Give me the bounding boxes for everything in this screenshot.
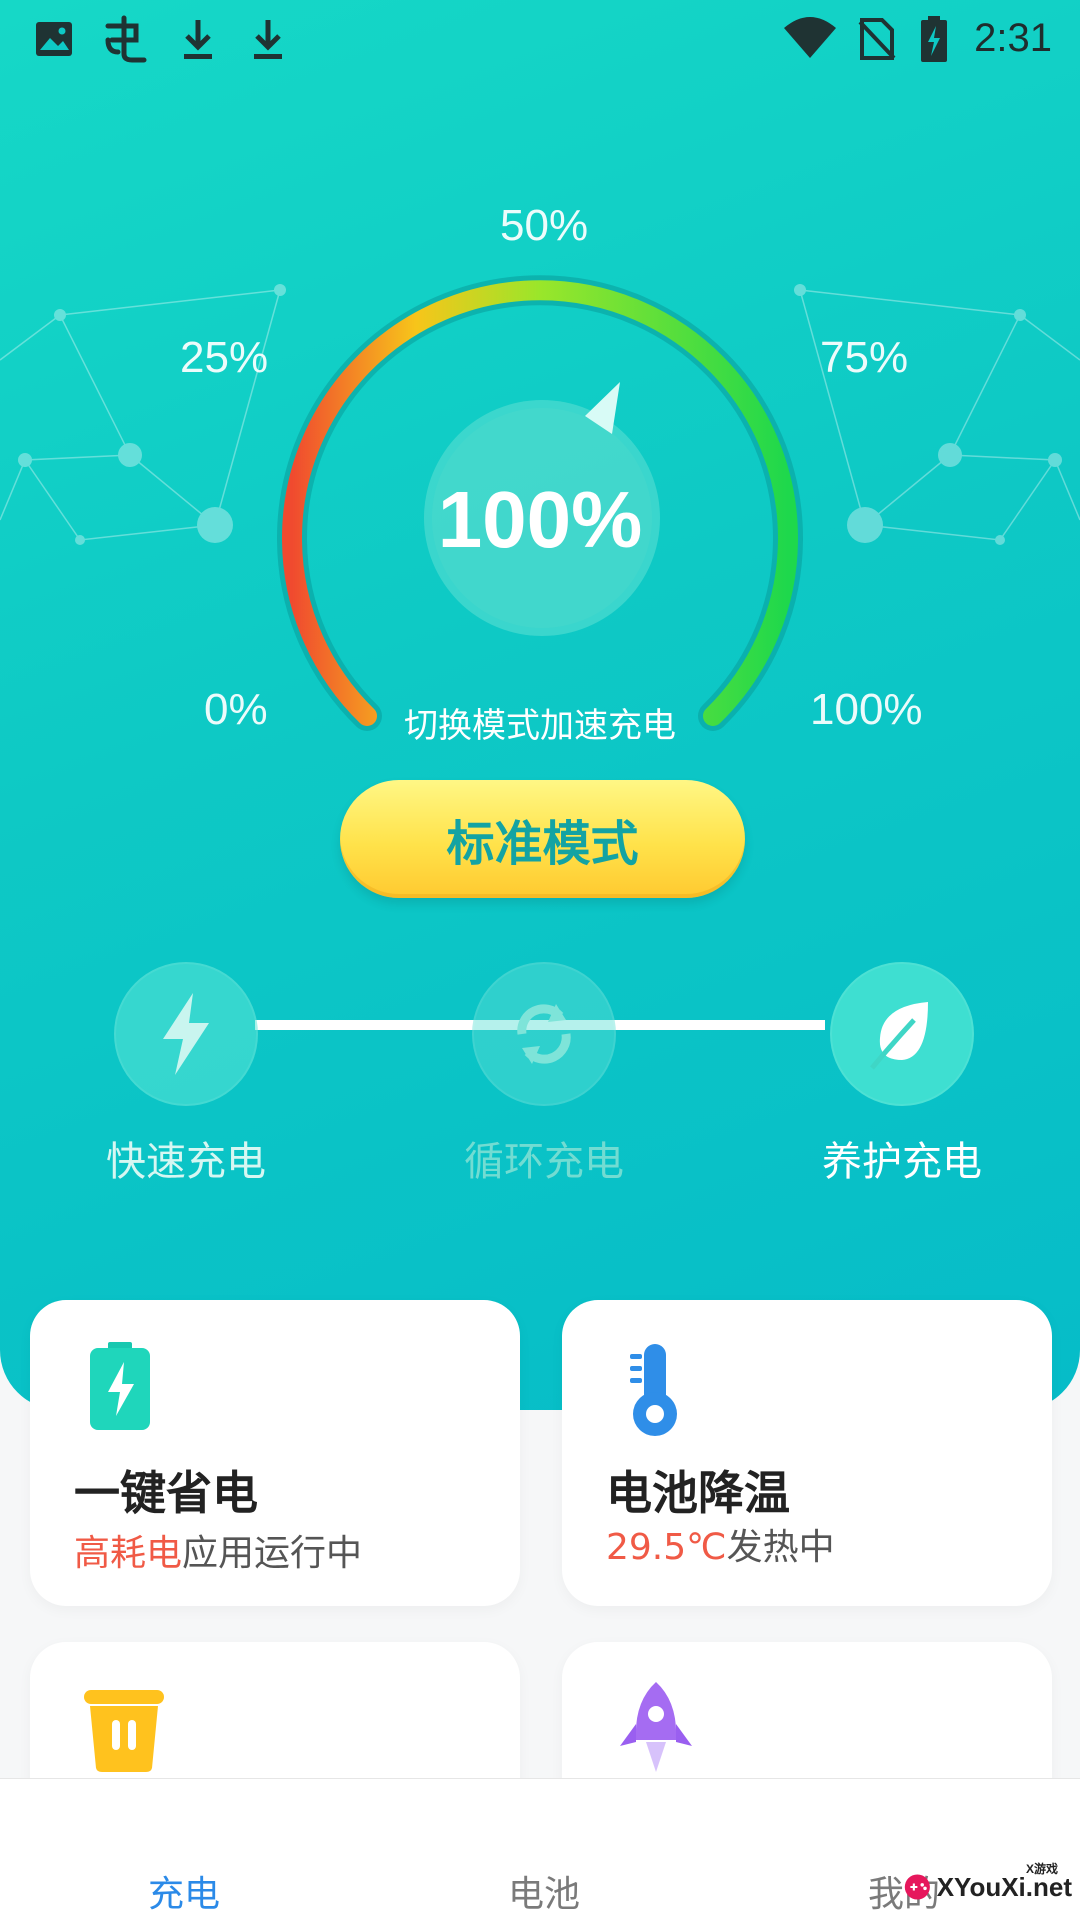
standard-mode-button[interactable]: 标准模式 bbox=[340, 780, 745, 898]
card-subtitle: 高耗电应用运行中 bbox=[74, 1530, 362, 1578]
charge-gauge bbox=[277, 275, 803, 731]
card-subtitle: 29.5℃发热中 bbox=[606, 1524, 835, 1572]
trash-icon bbox=[84, 1690, 164, 1772]
rocket-icon bbox=[620, 1682, 692, 1772]
card-title: 电池降温 bbox=[606, 1466, 790, 1520]
leaf-icon bbox=[870, 1002, 928, 1070]
power-saving-card[interactable]: 一键省电 高耗电应用运行中 bbox=[30, 1300, 520, 1606]
app-screen: 2:31 0% 25% 50% 75% 100% 100% 切换模式加速充电 标… bbox=[0, 0, 1080, 1920]
battery-percent: 100% bbox=[437, 475, 643, 564]
gauge-label-75: 75% bbox=[820, 333, 909, 382]
card-subtitle-rest: 发热中 bbox=[726, 1527, 835, 1568]
thermometer-icon bbox=[630, 1344, 677, 1436]
gauge-label-25: 25% bbox=[180, 333, 269, 382]
bottom-navigation: 充电 电池 我的 XYouXi.net X游戏 bbox=[0, 1778, 1080, 1920]
nav-tab-charge[interactable]: 充电 bbox=[148, 1873, 220, 1917]
battery-icon bbox=[90, 1342, 150, 1430]
card-subtitle-highlight: 29.5℃ bbox=[606, 1527, 727, 1568]
nav-tab-battery[interactable]: 电池 bbox=[508, 1873, 580, 1917]
cycle-icon bbox=[517, 1004, 571, 1064]
card-title: 一键省电 bbox=[74, 1466, 258, 1520]
watermark: XYouXi.net X游戏 bbox=[902, 1858, 1072, 1916]
cycle-charge-label[interactable]: 循环充电 bbox=[444, 1136, 644, 1188]
gauge-label-100: 100% bbox=[810, 685, 923, 734]
card-subtitle-rest: 应用运行中 bbox=[182, 1533, 363, 1574]
hero-panel: 2:31 0% 25% 50% 75% 100% 100% 切换模式加速充电 标… bbox=[0, 0, 1080, 1410]
mode-hint: 切换模式加速充电 bbox=[404, 706, 676, 746]
card-subtitle-highlight: 高耗电 bbox=[74, 1533, 183, 1574]
lightning-icon bbox=[163, 993, 209, 1075]
care-charge-label[interactable]: 养护充电 bbox=[802, 1136, 1002, 1188]
care-charge-button[interactable] bbox=[830, 962, 974, 1106]
fast-charge-button[interactable] bbox=[114, 962, 258, 1106]
cycle-charge-button[interactable] bbox=[472, 962, 616, 1106]
gamepad-logo-icon bbox=[904, 1874, 930, 1900]
watermark-small: X游戏 bbox=[1025, 1862, 1058, 1876]
fast-charge-label[interactable]: 快速充电 bbox=[86, 1136, 286, 1188]
gauge-label-50: 50% bbox=[500, 201, 589, 250]
gauge-label-0: 0% bbox=[204, 685, 268, 734]
battery-cooling-card[interactable]: 电池降温 29.5℃发热中 bbox=[562, 1300, 1052, 1606]
